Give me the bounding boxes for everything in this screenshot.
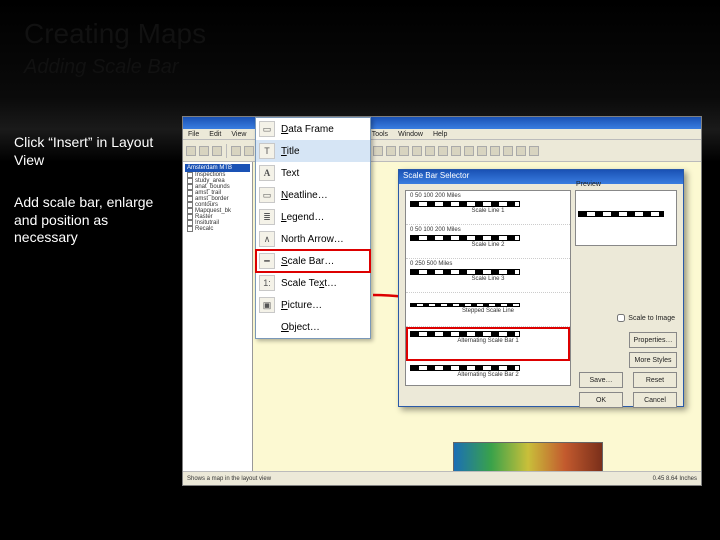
menu-item-scale-text[interactable]: 1: Scale Text…	[256, 272, 370, 294]
toolbar-icon[interactable]	[529, 146, 539, 156]
toolbar-icon[interactable]	[490, 146, 500, 156]
menu-tools[interactable]: Tools	[370, 131, 390, 138]
toolbar-icon[interactable]	[438, 146, 448, 156]
dialog-preview: Preview	[575, 190, 677, 246]
object-icon	[259, 319, 275, 335]
menu-item-picture[interactable]: ▣ Picture…	[256, 294, 370, 316]
more-styles-button[interactable]: More Styles	[629, 352, 677, 368]
toolbar-icon[interactable]	[386, 146, 396, 156]
save-button[interactable]: Save…	[579, 372, 623, 388]
reset-button[interactable]: Reset	[633, 372, 677, 388]
map-preview	[453, 442, 603, 474]
toc-item[interactable]: Recalc	[185, 226, 250, 232]
toolbar-icon[interactable]	[244, 146, 254, 156]
toolbar-icon[interactable]	[399, 146, 409, 156]
menu-edit[interactable]: Edit	[207, 131, 223, 138]
scale-text-icon: 1:	[259, 275, 275, 291]
north-arrow-icon: ∧	[259, 231, 275, 247]
toolbar-icon[interactable]	[186, 146, 196, 156]
toolbar-icon[interactable]	[199, 146, 209, 156]
scale-item-selected[interactable]: Alternating Scale Bar 1	[406, 327, 570, 361]
menu-item-data-frame[interactable]: ▭ Data Frame	[256, 118, 370, 140]
status-right: 0.45 8.64 Inches	[653, 476, 697, 482]
menu-help[interactable]: Help	[431, 131, 449, 138]
properties-button[interactable]: Properties…	[629, 332, 677, 348]
toolbar-icon[interactable]	[451, 146, 461, 156]
toolbar-icon[interactable]	[231, 146, 241, 156]
menu-item-north-arrow[interactable]: ∧ North Arrow…	[256, 228, 370, 250]
neatline-icon: ▭	[259, 187, 275, 203]
scale-to-image-checkbox[interactable]: Scale to Image	[617, 314, 675, 322]
toolbar-icon[interactable]	[212, 146, 222, 156]
text-icon: A	[259, 165, 275, 181]
picture-icon: ▣	[259, 297, 275, 313]
menu-item-scale-bar[interactable]: ━ Scale Bar…	[256, 250, 370, 272]
toolbar-icon[interactable]	[425, 146, 435, 156]
toolbar-icon[interactable]	[477, 146, 487, 156]
menu-view[interactable]: View	[229, 131, 248, 138]
ok-button[interactable]: OK	[579, 392, 623, 408]
checkbox-input[interactable]	[617, 314, 625, 322]
status-left: Shows a map in the layout view	[187, 476, 271, 482]
toolbar-icon[interactable]	[464, 146, 474, 156]
scale-item[interactable]: 0 250 500 Miles Scale Line 3	[406, 259, 570, 293]
menu-item-neatline[interactable]: ▭ Neatline…	[256, 184, 370, 206]
slide-title: Creating Maps	[24, 18, 206, 50]
toolbar-icon[interactable]	[503, 146, 513, 156]
status-bar: Shows a map in the layout view 0.45 8.64…	[183, 471, 701, 485]
menu-file[interactable]: File	[186, 131, 201, 138]
toolbar-icon[interactable]	[373, 146, 383, 156]
arcmap-window: File Edit View Bookmarks Insert Selectio…	[182, 116, 702, 486]
toolbar-icon[interactable]	[516, 146, 526, 156]
title-icon: T	[259, 143, 275, 159]
data-frame-icon: ▭	[259, 121, 275, 137]
scale-item[interactable]: Alternating Scale Bar 2	[406, 361, 570, 386]
scale-bar-selector-dialog: Scale Bar Selector 0 50 100 200 Miles Sc…	[398, 169, 684, 407]
scale-item[interactable]: Stepped Scale Line	[406, 293, 570, 327]
scale-bar-icon: ━	[259, 253, 275, 269]
slide-subtitle: Adding Scale Bar	[24, 56, 179, 79]
menu-window[interactable]: Window	[396, 131, 425, 138]
menu-item-legend[interactable]: ≣ Legend…	[256, 206, 370, 228]
menu-item-title[interactable]: T Title	[256, 140, 370, 162]
scale-item[interactable]: 0 50 100 200 Miles Scale Line 2	[406, 225, 570, 259]
scale-item[interactable]: 0 50 100 200 Miles Scale Line 1	[406, 191, 570, 225]
dialog-title: Scale Bar Selector	[399, 170, 683, 184]
table-of-contents[interactable]: Amsterdam MTB Inspections study_area ana…	[183, 162, 253, 471]
bullet-2: Add scale bar, enlarge and position as n…	[14, 194, 164, 247]
toolbar-icon[interactable]	[412, 146, 422, 156]
insert-dropdown: ▭ Data Frame T Title A Text ▭ Neatline… …	[255, 117, 371, 339]
cancel-button[interactable]: Cancel	[633, 392, 677, 408]
menu-item-text[interactable]: A Text	[256, 162, 370, 184]
toolbar-separator	[226, 144, 227, 158]
legend-icon: ≣	[259, 209, 275, 225]
scale-bar-list[interactable]: 0 50 100 200 Miles Scale Line 1 0 50 100…	[405, 190, 571, 386]
bullet-1: Click “Insert” in Layout View	[14, 134, 164, 169]
toc-header: Amsterdam MTB	[185, 164, 250, 172]
menu-item-object[interactable]: Object…	[256, 316, 370, 338]
